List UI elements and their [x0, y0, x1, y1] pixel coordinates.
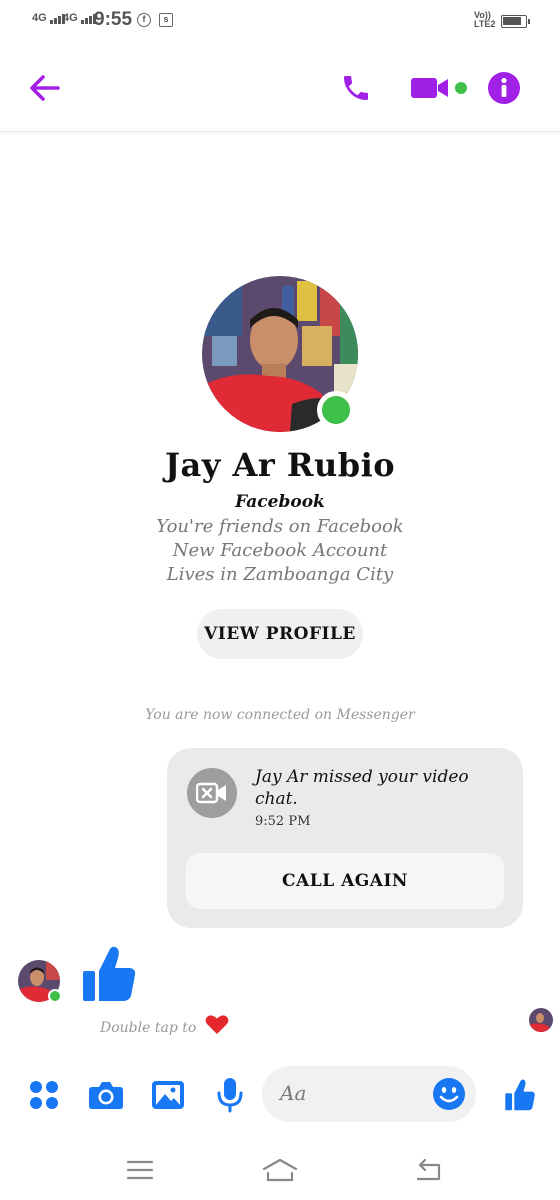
microphone-icon	[217, 1078, 243, 1113]
facebook-icon: f	[137, 13, 151, 27]
missed-call-text: Jay Ar missed your video chat.	[255, 767, 469, 809]
camera-button[interactable]	[86, 1060, 126, 1130]
call-again-button[interactable]: CALL AGAIN	[186, 853, 504, 909]
back-nav-button[interactable]	[408, 1140, 448, 1200]
video-call-button[interactable]	[408, 44, 470, 132]
back-icon	[417, 1158, 441, 1181]
voice-message-button[interactable]	[212, 1060, 248, 1130]
phone-icon	[344, 76, 368, 100]
online-status-indicator	[48, 989, 62, 1003]
missed-call-time: 9:52 PM	[255, 814, 311, 829]
online-status-indicator	[317, 391, 355, 429]
send-like-button[interactable]	[500, 1060, 540, 1130]
signal-icon: 4G	[63, 12, 97, 24]
conversation-info-button[interactable]	[486, 44, 522, 132]
profile-avatar[interactable]	[202, 276, 358, 432]
connected-notice: You are now connected on Messenger	[145, 707, 415, 723]
missed-call-card: Jay Ar missed your video chat. 9:52 PM C…	[167, 748, 523, 928]
profile-source: Facebook	[235, 492, 325, 512]
like-icon	[83, 946, 136, 1001]
friendship-status: You're friends on Facebook	[156, 516, 404, 537]
video-camera-icon	[411, 78, 467, 98]
system-navigation-bar	[0, 1140, 560, 1200]
status-bar: 4G 4G 9:55 f s Vo)) LTE2	[0, 0, 560, 44]
message-composer: Aa	[0, 1060, 560, 1130]
battery-icon	[501, 15, 530, 28]
network-type-label: 4G	[32, 12, 47, 24]
message-input[interactable]: Aa	[262, 1066, 476, 1122]
double-tap-hint: Double tap to	[100, 1014, 229, 1036]
lte-label: LTE2	[474, 19, 496, 29]
camera-icon	[89, 1082, 123, 1109]
heart-icon	[205, 1015, 229, 1034]
more-actions-button[interactable]	[24, 1060, 64, 1130]
like-icon	[505, 1079, 535, 1111]
message-input-placeholder: Aa	[280, 1081, 307, 1105]
conversation-header	[0, 44, 560, 132]
account-info: New Facebook Account	[172, 540, 388, 561]
apps-icon	[30, 1081, 58, 1109]
menu-icon	[126, 1160, 154, 1180]
seen-avatar	[529, 1008, 553, 1032]
network-type-label: 4G	[63, 12, 78, 24]
double-tap-text: Double tap to	[100, 1020, 197, 1036]
contact-name: Jay Ar Rubio	[164, 446, 396, 484]
like-message	[80, 944, 138, 1008]
info-icon	[488, 72, 520, 104]
home-icon	[262, 1158, 298, 1182]
arrow-left-icon	[30, 75, 60, 101]
view-profile-button[interactable]: VIEW PROFILE	[197, 609, 363, 659]
clock: 9:55	[94, 9, 133, 30]
voice-call-button[interactable]	[336, 44, 376, 132]
gallery-button[interactable]	[148, 1060, 188, 1130]
menu-button[interactable]	[120, 1140, 160, 1200]
location-info: Lives in Zamboanga City	[166, 564, 394, 585]
screenshot-icon: s	[159, 13, 173, 27]
home-button[interactable]	[258, 1140, 302, 1200]
back-button[interactable]	[22, 44, 66, 132]
missed-video-icon	[187, 768, 237, 818]
volte-indicator: Vo)) LTE2	[474, 11, 495, 29]
signal-icon: 4G	[32, 12, 66, 24]
emoji-icon[interactable]	[432, 1077, 466, 1111]
gallery-icon	[152, 1081, 184, 1109]
